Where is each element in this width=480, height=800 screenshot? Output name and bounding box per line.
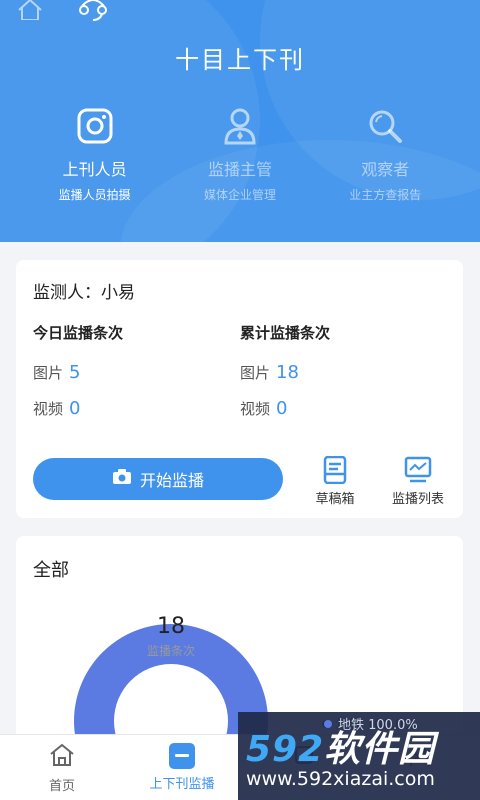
total-videos-stat: 视频 0 <box>240 398 287 419</box>
start-button-label: 开始监播 <box>139 471 204 490</box>
app-title: 十目上下刊 <box>175 46 305 74</box>
role-selector: 上刊人员 监播人员拍摄 监播主管 媒体企业管理 观察者 业主方查报告 <box>0 106 480 203</box>
stat-label: 视频 <box>33 400 64 418</box>
donut-center-caption: 监播条次 <box>146 644 195 658</box>
total-images-stat: 图片 18 <box>240 362 299 383</box>
donut-center-value: 18 <box>157 614 185 639</box>
role-desc: 媒体企业管理 <box>203 188 276 202</box>
stat-label: 视频 <box>240 400 271 418</box>
drafts-button[interactable]: 草稿箱 <box>295 455 375 507</box>
today-images-stat: 图片 5 <box>33 362 80 383</box>
overview-title: 全部 <box>33 560 69 581</box>
camera-icon <box>77 108 113 148</box>
tab-home[interactable]: 首页 <box>30 743 94 794</box>
watermark-text: 软件园 <box>324 729 436 770</box>
manager-icon <box>222 107 258 149</box>
role-desc: 监播人员拍摄 <box>58 188 131 202</box>
monitor-person: 监测人：小易 <box>33 283 135 303</box>
stat-label: 图片 <box>240 364 271 382</box>
today-videos-stat: 视频 0 <box>33 398 80 419</box>
role-supervisor[interactable]: 监播主管 媒体企业管理 <box>170 106 310 203</box>
start-monitoring-button[interactable]: 开始监播 <box>33 458 283 500</box>
role-desc: 业主方查报告 <box>349 188 422 202</box>
home-icon <box>49 743 75 771</box>
stat-value: 18 <box>276 362 299 383</box>
top-toolbar <box>16 0 108 22</box>
stat-label: 图片 <box>33 364 64 382</box>
summary-card: 监测人：小易 今日监播条次 累计监播条次 图片 5 视频 0 图片 18 视频 0 开始… <box>16 260 463 518</box>
monitor-list-button[interactable]: 监播列表 <box>378 456 458 507</box>
header-banner: 十目上下刊 上刊人员 监播人员拍摄 监播主管 媒体企业管理 观察者 业主方查报告 <box>0 0 480 242</box>
monitor-list-label: 监播列表 <box>391 492 444 507</box>
magnifier-icon <box>367 108 403 148</box>
role-publisher[interactable]: 上刊人员 监播人员拍摄 <box>25 106 165 203</box>
publish-icon <box>169 743 195 769</box>
home-outline-icon[interactable] <box>16 0 44 22</box>
tab-publish-monitor[interactable]: 上下刊监播 <box>134 743 230 792</box>
role-observer[interactable]: 观察者 业主方查报告 <box>315 106 455 203</box>
drafts-label: 草稿箱 <box>315 492 355 507</box>
role-name: 观察者 <box>361 160 410 179</box>
watermark-url: www.592xiazai.com <box>246 768 435 790</box>
headset-icon[interactable] <box>78 0 108 22</box>
watermark-number: 592 <box>246 729 325 770</box>
tab-home-label: 首页 <box>48 779 75 794</box>
role-name: 上刊人员 <box>62 160 127 179</box>
camera-small-icon <box>112 469 132 489</box>
watermark-brand: 592软件园 <box>246 720 435 772</box>
drafts-icon <box>322 455 348 485</box>
today-title: 今日监播条次 <box>33 324 124 342</box>
list-screen-icon <box>404 456 432 484</box>
tab-publish-label: 上下刊监播 <box>149 777 215 792</box>
total-title: 累计监播条次 <box>240 324 331 342</box>
role-name: 监播主管 <box>207 160 272 179</box>
stat-value: 0 <box>276 398 288 419</box>
stat-value: 5 <box>69 362 81 383</box>
stat-value: 0 <box>69 398 81 419</box>
site-watermark: 地铁 100.0% 592软件园 www.592xiazai.com <box>238 712 480 800</box>
